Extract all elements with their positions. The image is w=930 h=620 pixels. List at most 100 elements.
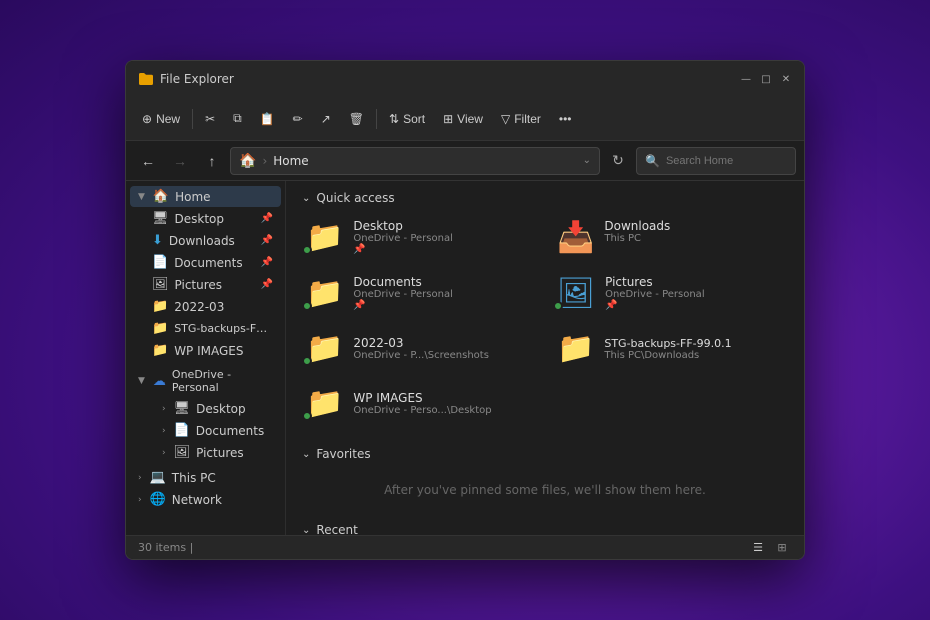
sidebar-item-od-desktop[interactable]: › 🖥 Desktop — [130, 398, 281, 419]
filter-label: Filter — [514, 112, 541, 126]
folder-documents-info: Documents OneDrive - Personal 📌 — [353, 275, 533, 311]
folder-pictures-name: Pictures — [605, 275, 784, 289]
sidebar-item-wpimages[interactable]: 📁 WP IMAGES — [130, 340, 281, 361]
folder-2022[interactable]: 📁 2022-03 OneDrive - P...\Screenshots — [296, 323, 543, 374]
filter-icon: ▽ — [501, 112, 510, 126]
folder-stg-info: STG-backups-FF-99.0.1 This PC\Downloads — [604, 337, 784, 361]
home-icon: 🏠 — [153, 189, 169, 204]
chevron-down-icon: ▼ — [138, 376, 145, 386]
folder-wpimages[interactable]: 📁 WP IMAGES OneDrive - Perso...\Desktop — [296, 378, 543, 429]
pin-icon: 📌 — [261, 235, 273, 246]
rename-button[interactable]: ✏ — [285, 108, 311, 130]
forward-button[interactable]: → — [166, 147, 194, 175]
file-explorer-window: File Explorer — □ ✕ ⊕ New ✂ ⧉ 📋 ✏ ↗ 🗑 — [125, 60, 805, 560]
folder-pictures-path: OneDrive - Personal — [605, 289, 784, 300]
more-button[interactable]: ••• — [551, 108, 580, 130]
folder-wp-path: OneDrive - Perso...\Desktop — [353, 405, 533, 416]
chevron-right-icon: › — [162, 448, 166, 458]
close-button[interactable]: ✕ — [780, 73, 792, 85]
sidebar-od-pictures-label: Pictures — [196, 446, 244, 460]
delete-button[interactable]: 🗑 — [341, 108, 372, 130]
quick-access-section[interactable]: ⌄ Quick access — [286, 181, 804, 211]
chevron-right-icon: › — [162, 404, 166, 414]
folder-icon — [138, 71, 154, 87]
sidebar-stg-label: STG-backups-FF-99. — [174, 322, 273, 335]
search-icon: 🔍 — [645, 154, 660, 168]
search-field[interactable]: 🔍 — [636, 147, 796, 175]
sidebar-item-documents[interactable]: 📄 Documents 📌 — [130, 252, 281, 273]
grid-view-button[interactable]: ⊞ — [772, 539, 792, 557]
minimize-button[interactable]: — — [740, 73, 752, 85]
sync-status-2022 — [302, 356, 312, 366]
sidebar-item-network[interactable]: › 🌐 Network — [130, 489, 281, 510]
folder-2022-info: 2022-03 OneDrive - P...\Screenshots — [353, 336, 533, 361]
sidebar-item-pictures[interactable]: 🖼 Pictures 📌 — [130, 274, 281, 295]
back-button[interactable]: ← — [134, 147, 162, 175]
sync-status-desktop — [302, 245, 312, 255]
sidebar-item-stg[interactable]: 📁 STG-backups-FF-99. — [130, 318, 281, 339]
folder-stg-icon: 📁 — [152, 321, 168, 336]
list-view-button[interactable]: ☰ — [748, 539, 768, 557]
sidebar-onedrive-label: OneDrive - Personal — [172, 368, 273, 394]
sidebar-item-2022[interactable]: 📁 2022-03 — [130, 296, 281, 317]
sidebar-item-desktop[interactable]: 🖥 Desktop 📌 — [130, 208, 281, 229]
folder-stg-path: This PC\Downloads — [604, 350, 784, 361]
folder-stg-name: STG-backups-FF-99.0.1 — [604, 337, 784, 350]
copy-button[interactable]: ⧉ — [225, 107, 250, 130]
address-dropdown-icon: ⌄ — [583, 155, 591, 166]
folder-downloads[interactable]: 📥 Downloads This PC 📌 — [547, 211, 794, 263]
quick-access-grid: 📁 Desktop OneDrive - Personal 📌 📥 — [286, 211, 804, 437]
window-controls: — □ ✕ — [740, 73, 792, 85]
folder-pictures[interactable]: 🖼 Pictures OneDrive - Personal 📌 — [547, 267, 794, 319]
desktop-od-icon: 🖥 — [174, 401, 191, 416]
new-button[interactable]: ⊕ New — [134, 108, 188, 130]
toolbar-separator-2 — [376, 109, 377, 129]
address-separator: › — [262, 154, 267, 168]
folder-documents-path: OneDrive - Personal — [353, 289, 533, 300]
paste-button[interactable]: 📋 — [252, 108, 283, 130]
share-button[interactable]: ↗ — [313, 108, 339, 130]
folder-wp-info: WP IMAGES OneDrive - Perso...\Desktop — [353, 391, 533, 416]
folder-desktop-path: OneDrive - Personal — [353, 233, 533, 244]
sidebar-home-label: Home — [175, 190, 210, 204]
pin-icon: 📌 — [261, 213, 273, 224]
folder-desktop-pin: 📌 — [353, 244, 533, 255]
sidebar-downloads-label: Downloads — [169, 234, 235, 248]
content-area: ⌄ Quick access 📁 Desktop OneDrive - Pers… — [286, 181, 804, 535]
address-field[interactable]: 🏠 › Home ⌄ — [230, 147, 600, 175]
sort-label: Sort — [403, 112, 425, 126]
chevron-right-icon: › — [162, 426, 166, 436]
item-count: 30 items | — [138, 541, 193, 554]
folder-documents-name: Documents — [353, 275, 533, 289]
refresh-button[interactable]: ↻ — [604, 147, 632, 175]
folder-2022-name: 2022-03 — [353, 336, 533, 350]
paste-icon: 📋 — [260, 112, 275, 126]
sort-button[interactable]: ⇅ Sort — [381, 108, 433, 130]
search-input[interactable] — [666, 155, 787, 167]
recent-section[interactable]: ⌄ Recent — [286, 513, 804, 535]
view-button[interactable]: ⊞ View — [435, 108, 491, 130]
sidebar-item-thispc[interactable]: › 💻 This PC — [130, 467, 281, 488]
favorites-section[interactable]: ⌄ Favorites — [286, 437, 804, 467]
sidebar-item-od-documents[interactable]: › 📄 Documents — [130, 420, 281, 441]
maximize-button[interactable]: □ — [760, 73, 772, 85]
chevron-down-icon: ▼ — [138, 192, 145, 202]
more-icon: ••• — [559, 112, 572, 126]
sidebar-thispc-label: This PC — [172, 471, 216, 485]
folder-desktop[interactable]: 📁 Desktop OneDrive - Personal 📌 — [296, 211, 543, 263]
up-button[interactable]: ↑ — [198, 147, 226, 175]
folder-downloads-path: This PC — [604, 233, 784, 244]
sidebar-item-od-pictures[interactable]: › 🖼 Pictures — [130, 442, 281, 463]
view-icon: ⊞ — [443, 112, 453, 126]
sidebar-item-home[interactable]: ▼ 🏠 Home — [130, 186, 281, 207]
view-controls: ☰ ⊞ — [748, 539, 792, 557]
sidebar-item-downloads[interactable]: ⬇ Downloads 📌 — [130, 230, 281, 251]
cut-button[interactable]: ✂ — [197, 108, 223, 130]
folder-stg[interactable]: 📁 STG-backups-FF-99.0.1 This PC\Download… — [547, 323, 794, 374]
filter-button[interactable]: ▽ Filter — [493, 108, 549, 130]
delete-icon: 🗑 — [349, 112, 364, 126]
thispc-icon: 💻 — [150, 470, 166, 485]
folder-documents[interactable]: 📁 Documents OneDrive - Personal 📌 — [296, 267, 543, 319]
folder-pictures-info: Pictures OneDrive - Personal 📌 — [605, 275, 784, 311]
sidebar-item-onedrive[interactable]: ▼ ☁ OneDrive - Personal — [130, 365, 281, 397]
